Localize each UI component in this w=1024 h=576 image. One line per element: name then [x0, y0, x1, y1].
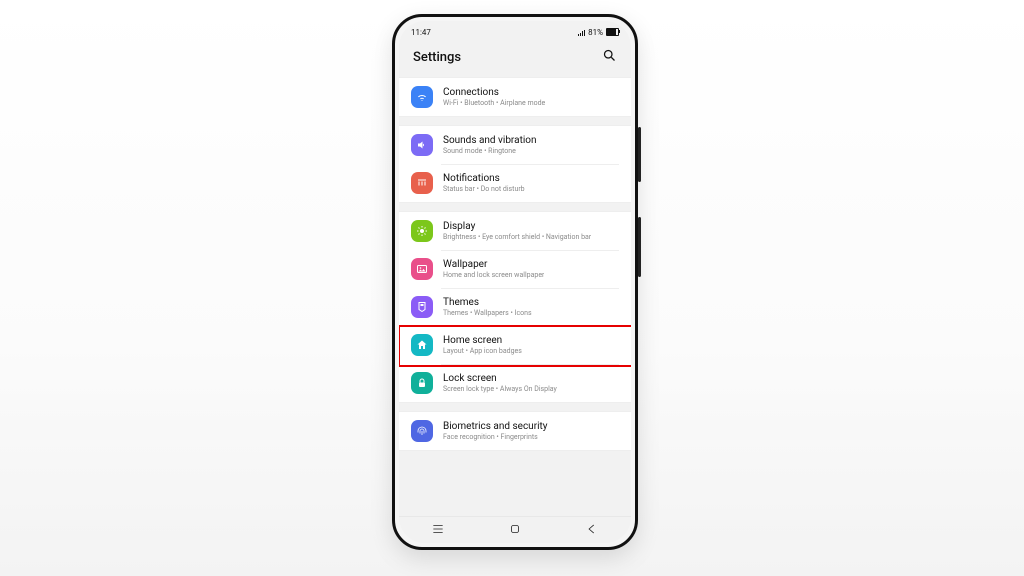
settings-item-text: Home screenLayout • App icon badges	[443, 335, 522, 355]
settings-item-title: Lock screen	[443, 373, 557, 385]
settings-item-subtitle: Home and lock screen wallpaper	[443, 271, 544, 279]
palette-icon	[411, 296, 433, 318]
lock-icon	[411, 372, 433, 394]
settings-item-subtitle: Brightness • Eye comfort shield • Naviga…	[443, 233, 591, 241]
settings-item-text: WallpaperHome and lock screen wallpaper	[443, 259, 544, 279]
settings-item-title: Connections	[443, 87, 545, 99]
side-button-2	[638, 217, 641, 277]
image-icon	[411, 258, 433, 280]
settings-item-text: ConnectionsWi-Fi • Bluetooth • Airplane …	[443, 87, 545, 107]
sound-icon	[411, 134, 433, 156]
search-icon	[602, 48, 617, 63]
settings-item-lock[interactable]: Lock screenScreen lock type • Always On …	[399, 364, 631, 402]
settings-item-text: NotificationsStatus bar • Do not disturb	[443, 173, 525, 193]
battery-icon	[606, 28, 619, 36]
settings-item-text: DisplayBrightness • Eye comfort shield •…	[443, 221, 591, 241]
status-time: 11:47	[411, 28, 431, 37]
settings-group: DisplayBrightness • Eye comfort shield •…	[399, 211, 631, 403]
settings-item-text: ThemesThemes • Wallpapers • Icons	[443, 297, 532, 317]
home-icon	[411, 334, 433, 356]
settings-item-themes[interactable]: ThemesThemes • Wallpapers • Icons	[399, 288, 631, 326]
settings-item-biometrics[interactable]: Biometrics and securityFace recognition …	[399, 412, 631, 450]
settings-item-sounds[interactable]: Sounds and vibrationSound mode • Rington…	[399, 126, 631, 164]
settings-item-text: Sounds and vibrationSound mode • Rington…	[443, 135, 537, 155]
settings-item-text: Biometrics and securityFace recognition …	[443, 421, 548, 441]
settings-item-title: Display	[443, 221, 591, 233]
settings-list[interactable]: ConnectionsWi-Fi • Bluetooth • Airplane …	[399, 77, 631, 516]
battery-pct: 81%	[588, 28, 603, 37]
settings-item-subtitle: Status bar • Do not disturb	[443, 185, 525, 193]
settings-item-title: Sounds and vibration	[443, 135, 537, 147]
settings-item-subtitle: Wi-Fi • Bluetooth • Airplane mode	[443, 99, 545, 107]
settings-item-wallpaper[interactable]: WallpaperHome and lock screen wallpaper	[399, 250, 631, 288]
settings-group: Sounds and vibrationSound mode • Rington…	[399, 125, 631, 203]
settings-item-connections[interactable]: ConnectionsWi-Fi • Bluetooth • Airplane …	[399, 78, 631, 116]
settings-item-display[interactable]: DisplayBrightness • Eye comfort shield •…	[399, 212, 631, 250]
settings-item-subtitle: Face recognition • Fingerprints	[443, 433, 548, 441]
header: Settings	[399, 40, 631, 77]
settings-item-subtitle: Sound mode • Ringtone	[443, 147, 537, 155]
settings-item-title: Notifications	[443, 173, 525, 185]
settings-item-text: Lock screenScreen lock type • Always On …	[443, 373, 557, 393]
settings-item-title: Wallpaper	[443, 259, 544, 271]
settings-item-title: Themes	[443, 297, 532, 309]
phone-frame: 11:47 81% Settings ConnectionsWi-Fi • Bl…	[392, 14, 638, 550]
settings-item-subtitle: Themes • Wallpapers • Icons	[443, 309, 532, 317]
status-bar: 11:47 81%	[399, 21, 631, 40]
settings-item-subtitle: Screen lock type • Always On Display	[443, 385, 557, 393]
side-button-1	[638, 127, 641, 182]
settings-item-title: Biometrics and security	[443, 421, 548, 433]
stage: 11:47 81% Settings ConnectionsWi-Fi • Bl…	[0, 0, 1024, 576]
settings-item-notifications[interactable]: NotificationsStatus bar • Do not disturb	[399, 164, 631, 202]
wifi-icon	[411, 86, 433, 108]
android-nav-bar	[399, 516, 631, 543]
settings-group: ConnectionsWi-Fi • Bluetooth • Airplane …	[399, 77, 631, 117]
nav-recents[interactable]	[413, 521, 463, 540]
fingerprint-icon	[411, 420, 433, 442]
signal-icon	[578, 29, 585, 36]
search-button[interactable]	[602, 48, 617, 67]
nav-home[interactable]	[490, 521, 540, 540]
settings-group: Biometrics and securityFace recognition …	[399, 411, 631, 451]
sun-icon	[411, 220, 433, 242]
nav-back[interactable]	[567, 521, 617, 540]
page-title: Settings	[413, 50, 461, 65]
settings-item-home[interactable]: Home screenLayout • App icon badges	[399, 326, 631, 364]
bell-icon	[411, 172, 433, 194]
settings-item-subtitle: Layout • App icon badges	[443, 347, 522, 355]
settings-item-title: Home screen	[443, 335, 522, 347]
screen: 11:47 81% Settings ConnectionsWi-Fi • Bl…	[399, 21, 631, 543]
